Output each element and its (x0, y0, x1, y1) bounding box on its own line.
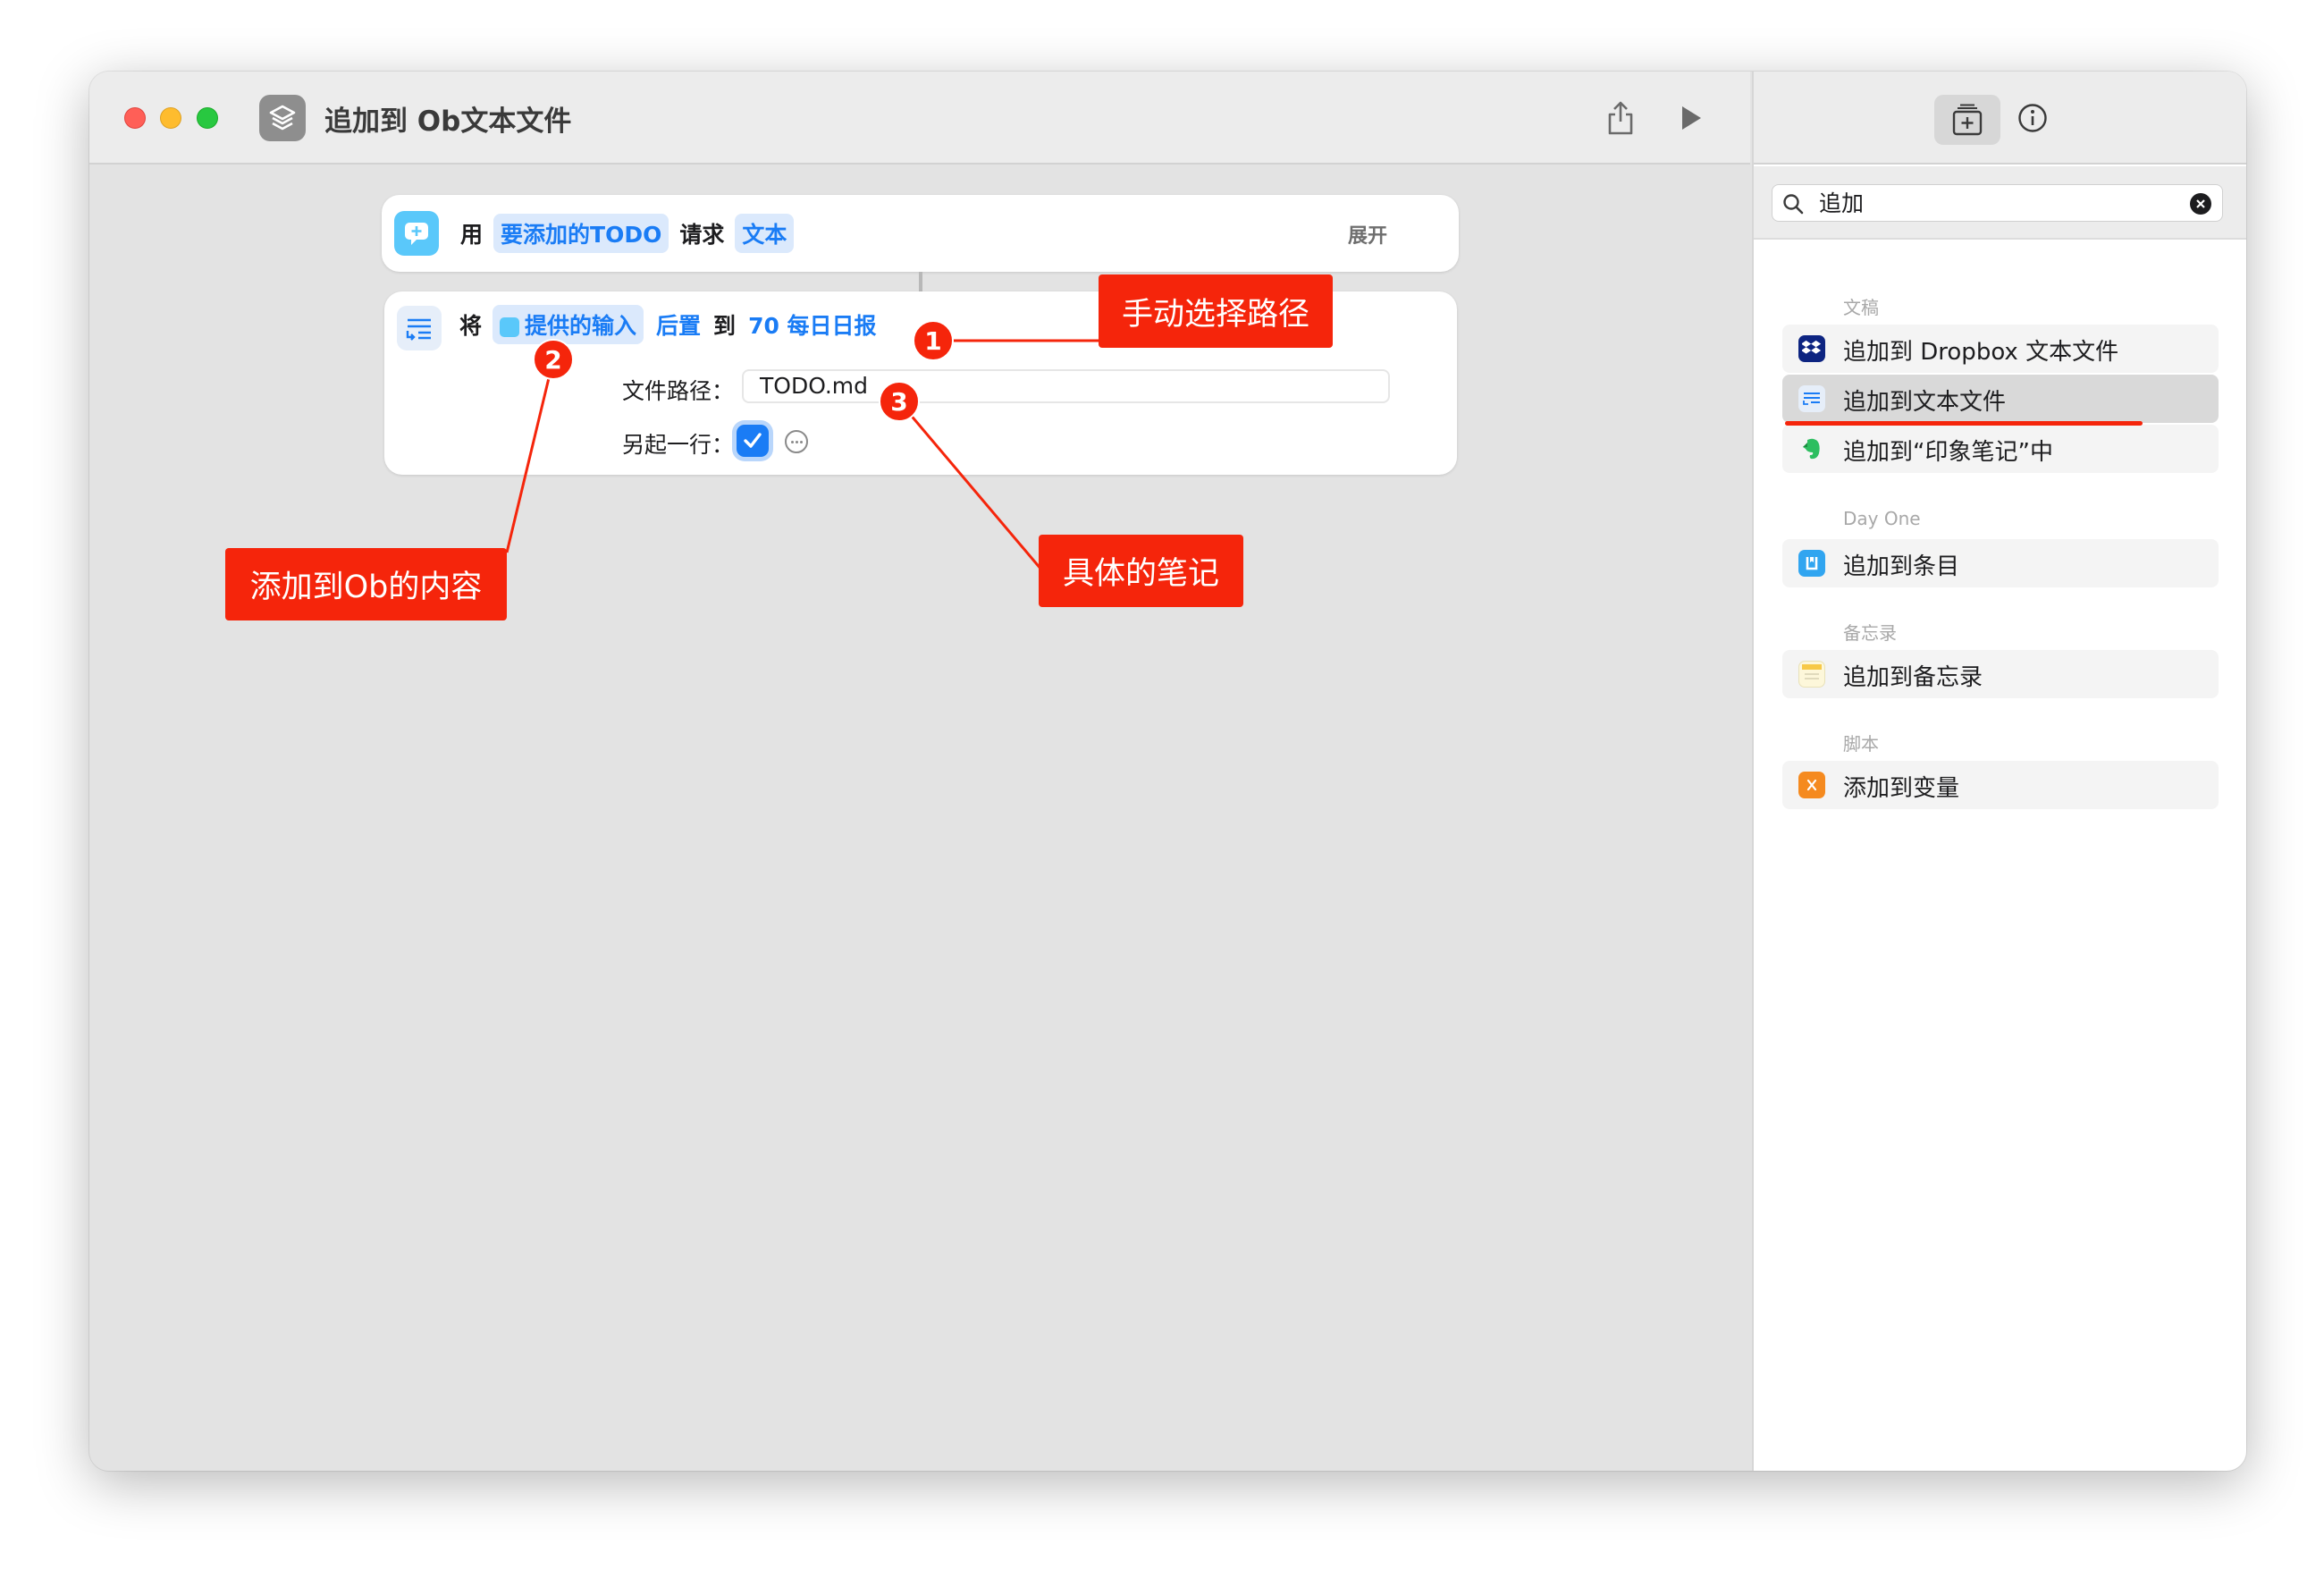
title-bar: 追加到 Ob文本文件 (89, 72, 1750, 165)
list-item-label: 添加到变量 (1843, 775, 1960, 802)
list-item-append-note[interactable]: 追加到备忘录 (1782, 650, 2219, 698)
info-icon (2018, 104, 2047, 132)
play-icon (1682, 106, 1701, 130)
day-one-icon (1798, 550, 1825, 577)
list-item-label: 追加到备忘录 (1843, 664, 1983, 691)
input-token-label: 提供的输入 (525, 313, 637, 339)
action2-row: 将 提供的输入 后置 到 70 每日日报 (459, 304, 889, 345)
info-button[interactable] (2017, 102, 2049, 134)
ask-for-input-action[interactable]: 用 要添加的TODO 请求 文本 展开 (382, 195, 1459, 272)
append-text-icon (397, 306, 442, 350)
input-token[interactable]: 提供的输入 (493, 305, 644, 344)
dropbox-icon (1798, 335, 1825, 362)
list-item-append-entry[interactable]: 追加到条目 (1782, 539, 2219, 587)
category-notes: 备忘录 (1843, 622, 1897, 644)
search-text: 追加 (1819, 190, 1865, 216)
file-path-field[interactable]: TODO.md (742, 369, 1390, 403)
maximize-button[interactable] (197, 107, 218, 129)
file-token[interactable]: 70 每日日报 (746, 305, 879, 344)
list-item-label: 追加到文本文件 (1843, 389, 2007, 416)
category-documents: 文稿 (1843, 297, 1879, 318)
share-icon (1608, 101, 1633, 135)
action1-prefix: 用 (460, 222, 484, 248)
new-line-label: 另起一行： (622, 432, 735, 458)
action-library-button[interactable] (1934, 95, 2000, 145)
close-icon (2196, 199, 2205, 208)
checkmark-icon (744, 433, 762, 448)
list-item-label: 追加到“印象笔记”中 (1843, 439, 2053, 466)
annotation-underline (1785, 421, 2143, 426)
panel-toolbar (1754, 72, 2246, 165)
clear-search-button[interactable] (2190, 193, 2211, 215)
ask-input-mini-icon (500, 317, 520, 337)
notes-icon (1798, 661, 1825, 688)
list-item-append-evernote[interactable]: 追加到“印象笔记”中 (1782, 425, 2219, 473)
list-item-label: 追加到 Dropbox 文本文件 (1843, 339, 2119, 366)
callout-select-path: 手动选择路径 (1099, 274, 1333, 348)
prompt-token[interactable]: 要添加的TODO (493, 214, 669, 253)
type-token[interactable]: 文本 (735, 214, 795, 253)
action1-row: 用 要添加的TODO 请求 文本 (460, 213, 804, 254)
category-scripting: 脚本 (1843, 733, 1879, 755)
to-word: 到 (713, 313, 737, 339)
run-button[interactable] (1669, 97, 1712, 139)
action2-prefix: 将 (459, 313, 483, 339)
editor-canvas: 用 要添加的TODO 请求 文本 展开 将 提供的输入 后置 到 70 每日日报… (89, 166, 1750, 1471)
list-item-label: 追加到条目 (1843, 553, 1960, 580)
add-action-icon (1952, 104, 1983, 136)
list-item-add-to-variable[interactable]: 添加到变量 (1782, 761, 2219, 809)
share-button[interactable] (1599, 97, 1642, 139)
search-icon (1783, 194, 1804, 215)
evernote-icon (1798, 435, 1825, 462)
list-item-append-dropbox[interactable]: 追加到 Dropbox 文本文件 (1782, 325, 2219, 373)
variable-icon (1798, 772, 1825, 798)
window-title: 追加到 Ob文本文件 (324, 106, 572, 138)
annotation-badge-3: 3 (879, 381, 920, 422)
new-line-checkbox[interactable] (737, 425, 769, 457)
search-input[interactable]: 追加 (1772, 184, 2223, 222)
action1-middle: 请求 (679, 222, 725, 248)
annotation-badge-2: 2 (533, 339, 574, 380)
append-text-icon (1798, 385, 1825, 412)
callout-specific-note: 具体的笔记 (1039, 535, 1243, 607)
shortcuts-app-icon (259, 95, 306, 141)
file-path-label: 文件路径： (622, 378, 735, 404)
list-item-append-text-file[interactable]: 追加到文本文件 (1782, 375, 2219, 423)
close-button[interactable] (124, 107, 146, 129)
callout-content: 添加到Ob的内容 (225, 548, 507, 620)
position-token[interactable]: 后置 (654, 305, 703, 344)
action-connector (919, 272, 922, 291)
more-options-button[interactable] (785, 430, 808, 453)
expand-button[interactable]: 展开 (1348, 220, 1387, 249)
search-area: 追加 (1754, 166, 2246, 240)
ask-for-input-icon (394, 211, 439, 256)
minimize-button[interactable] (160, 107, 181, 129)
category-day-one: Day One (1843, 508, 1921, 529)
annotation-badge-1: 1 (913, 320, 954, 361)
action-library-panel: 追加 文稿 追加到 Dropbox 文本文件 追加到文本文件 追加到“印象笔记”… (1752, 72, 2246, 1471)
